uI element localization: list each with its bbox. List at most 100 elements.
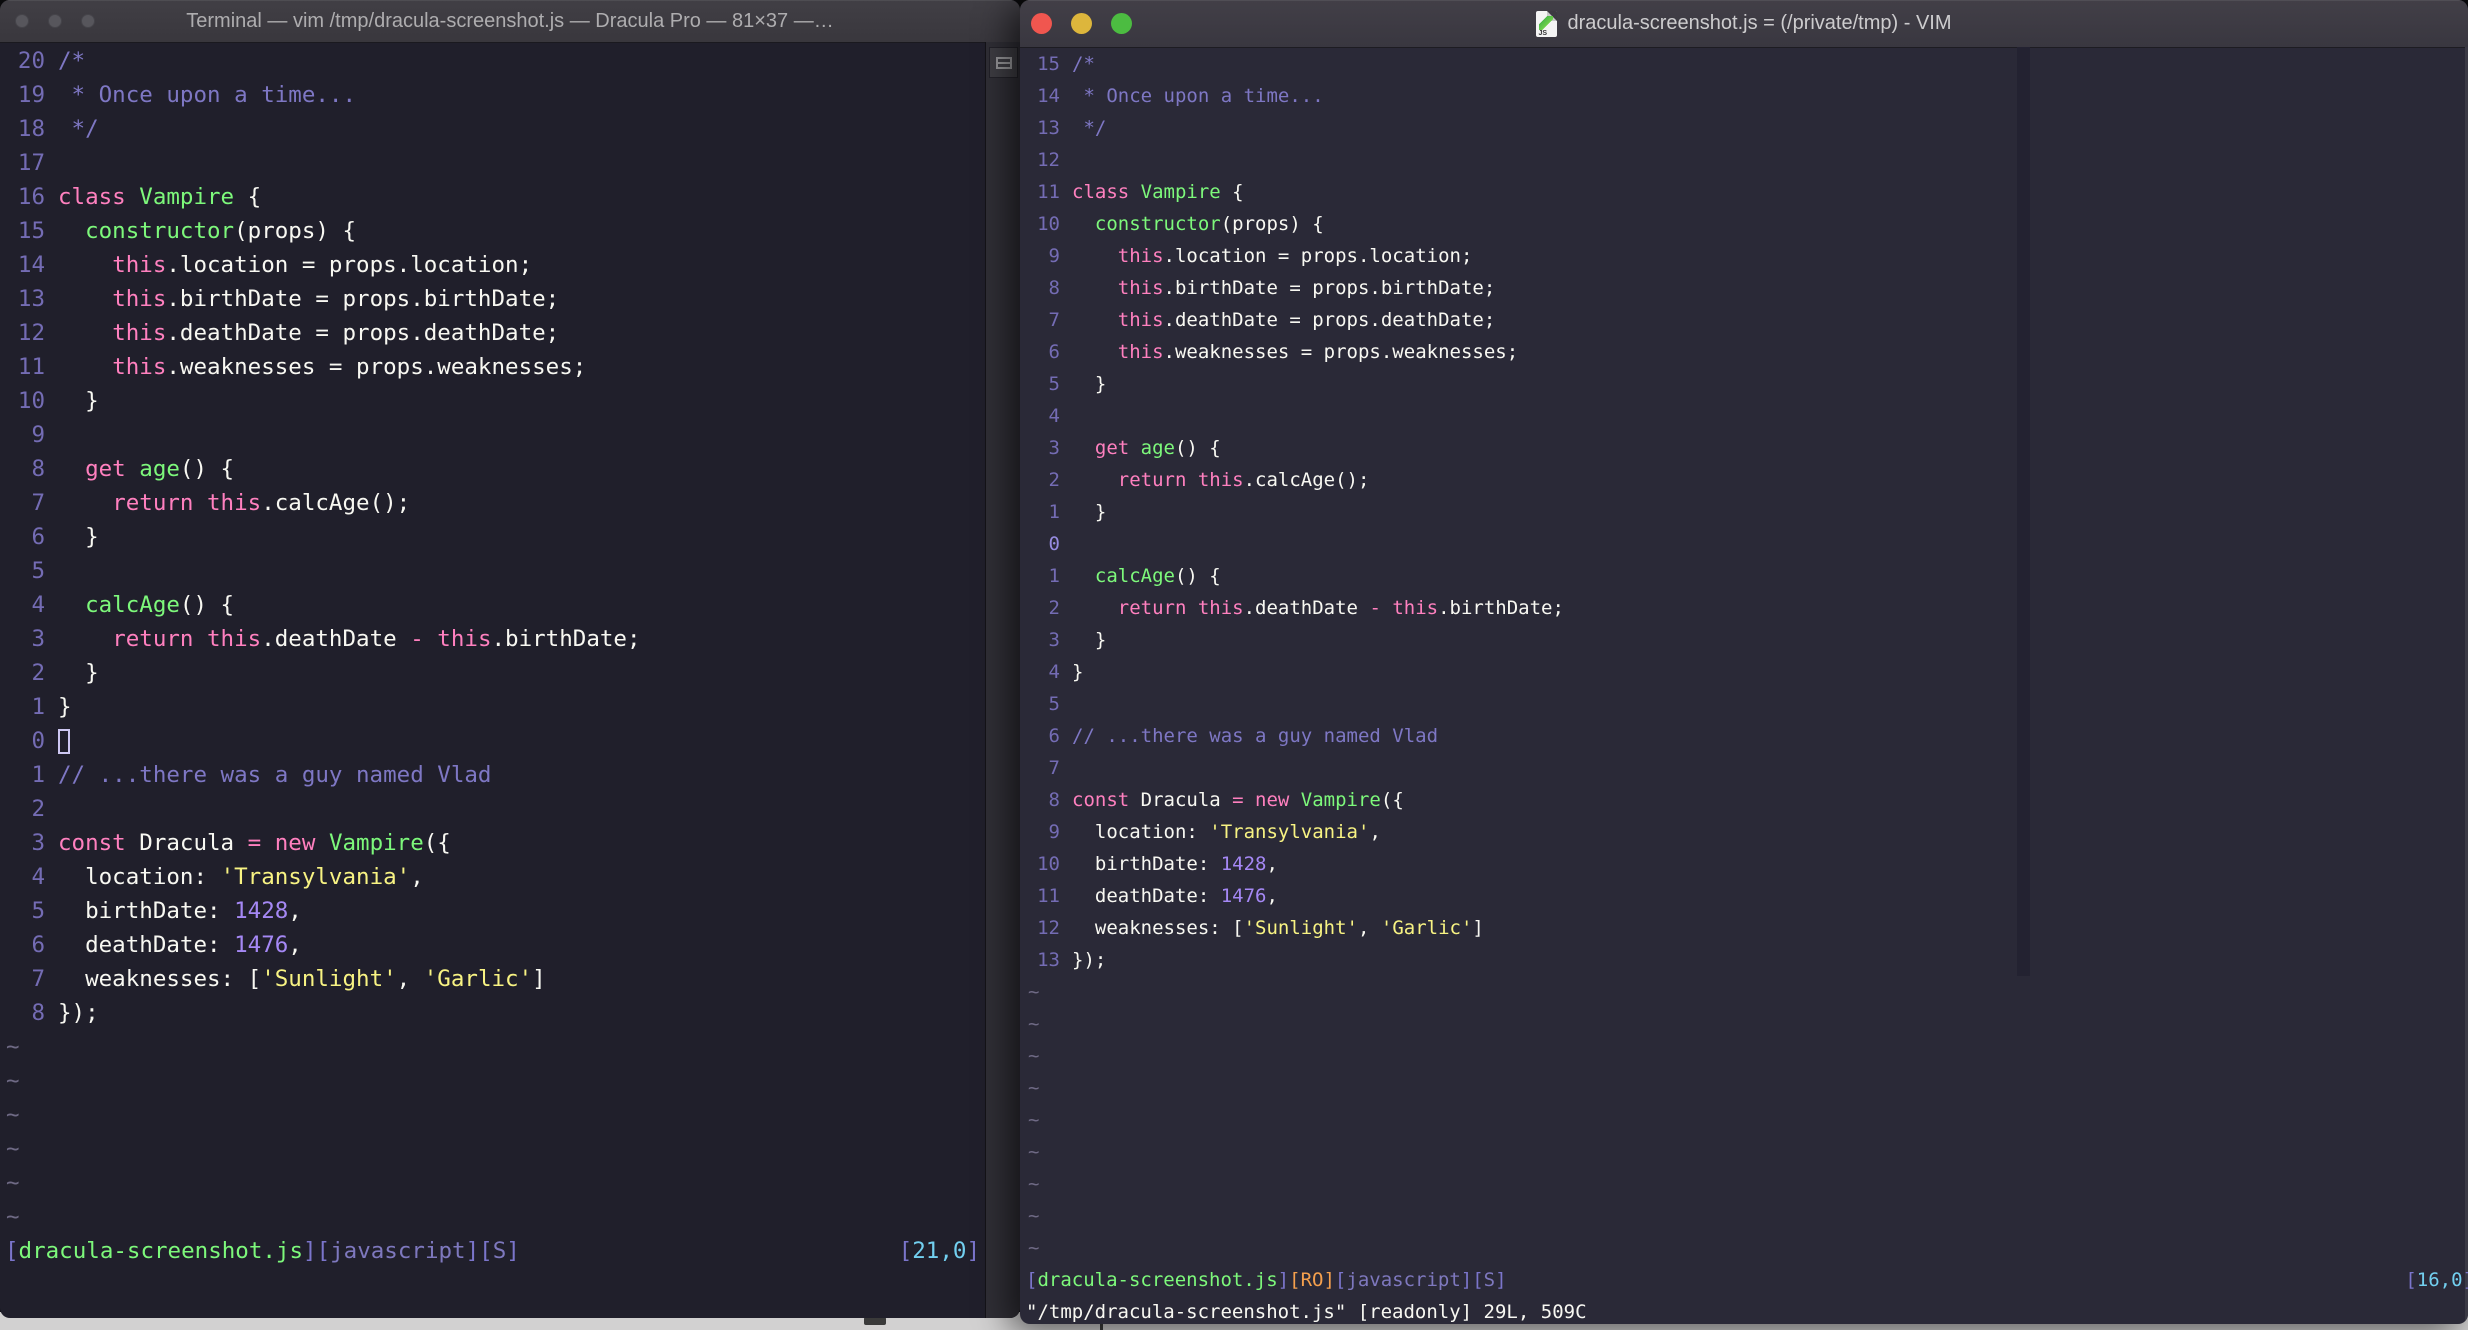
code-line[interactable]: 10 }: [4, 384, 986, 418]
macvim-scrollbar-thumb[interactable]: [2017, 47, 2030, 976]
text-segment: ,: [1357, 917, 1381, 939]
line-number: 1: [31, 694, 45, 720]
code-line[interactable]: 8 const Dracula = new Vampire({: [1026, 784, 2468, 816]
code-line[interactable]: 1 }: [1026, 496, 2468, 528]
code-line[interactable]: 15 /*: [1026, 48, 2468, 80]
code-line[interactable]: 13 */: [1026, 112, 2468, 144]
terminal-vim-text-area[interactable]: 20/* 19 * Once upon a time... 18 */17 16 cla…: [0, 42, 986, 1318]
code-line[interactable]: 3 return this.deathDate - this.birthDate…: [4, 622, 986, 656]
code-line[interactable]: 3 get age() {: [1026, 432, 2468, 464]
text-segment: }: [58, 660, 99, 686]
code-line[interactable]: 12 weaknesses: ['Sunlight', 'Garlic']: [1026, 912, 2468, 944]
line-number: 9: [31, 422, 45, 448]
text-segment: .birthDate = props.birthDate;: [1163, 277, 1496, 299]
code-line[interactable]: 5 }: [1026, 368, 2468, 400]
code-line[interactable]: 3 const Dracula = new Vampire({: [4, 826, 986, 860]
code-line[interactable]: 4: [1026, 400, 2468, 432]
code-line[interactable]: 0: [4, 724, 986, 758]
code-line[interactable]: 4}: [1026, 656, 2468, 688]
text-segment: }: [58, 388, 99, 414]
line-number: 5: [31, 558, 45, 584]
code-line[interactable]: 5 birthDate: 1428,: [4, 894, 986, 928]
text-segment: S: [1483, 1269, 1496, 1291]
split-pane-button[interactable]: [989, 47, 1018, 78]
code-line[interactable]: 11 class Vampire {: [1026, 176, 2468, 208]
text-segment: S: [492, 1238, 507, 1264]
code-line[interactable]: 6 // ...there was a guy named Vlad: [1026, 720, 2468, 752]
code-line[interactable]: 19 * Once upon a time...: [4, 78, 986, 112]
code-line[interactable]: 2 return this.calcAge();: [1026, 464, 2468, 496]
code-line[interactable]: 8});: [4, 996, 986, 1030]
text-segment: [: [1334, 1269, 1347, 1291]
code-line[interactable]: 15 constructor(props) {: [4, 214, 986, 248]
code-line[interactable]: 3 }: [1026, 624, 2468, 656]
text-segment: [: [1026, 1269, 1038, 1291]
text-segment: .birthDate;: [1438, 597, 1564, 619]
text-segment: return this: [1117, 469, 1244, 491]
text-segment: ]: [1323, 1269, 1335, 1291]
code-line[interactable]: 6 this.weaknesses = props.weaknesses;: [1026, 336, 2468, 368]
code-line[interactable]: 10 constructor(props) {: [1026, 208, 2468, 240]
text-segment: dracula-screenshot.js: [1037, 1269, 1278, 1291]
line-number: 8: [31, 1000, 45, 1026]
line-number: 2: [31, 796, 45, 822]
code-line[interactable]: 12 this.deathDate = props.deathDate;: [4, 316, 986, 350]
code-line[interactable]: 16 class Vampire {: [4, 180, 986, 214]
code-line[interactable]: 14 * Once upon a time...: [1026, 80, 2468, 112]
code-line[interactable]: 1}: [4, 690, 986, 724]
code-line[interactable]: 11 this.weaknesses = props.weaknesses;: [4, 350, 986, 384]
code-line[interactable]: 18 */: [4, 112, 986, 146]
code-line[interactable]: 20 /*: [4, 44, 986, 78]
code-line[interactable]: 7 this.deathDate = props.deathDate;: [1026, 304, 2468, 336]
code-line[interactable]: 11 deathDate: 1476,: [1026, 880, 2468, 912]
code-line[interactable]: 8 get age() {: [4, 452, 986, 486]
line-number: 2: [31, 660, 45, 686]
code-line[interactable]: 5: [4, 554, 986, 588]
text-segment: 'Garlic': [1380, 917, 1473, 939]
code-line[interactable]: 10 birthDate: 1428,: [1026, 848, 2468, 880]
code-line[interactable]: 1 // ...there was a guy named Vlad: [4, 758, 986, 792]
code-line[interactable]: 2 return this.deathDate - this.birthDate…: [1026, 592, 2468, 624]
text-segment: [58, 592, 85, 618]
code-line[interactable]: 6 }: [4, 520, 986, 554]
code-line[interactable]: 9 this.location = props.location;: [1026, 240, 2468, 272]
text-segment: age: [1140, 437, 1175, 459]
macvim-titlebar[interactable]: JS dracula-screenshot.js = (/private/tmp…: [1020, 0, 2468, 48]
code-line[interactable]: 12: [1026, 144, 2468, 176]
statusline-file-info: [dracula-screenshot.js][RO][javascript][…: [1026, 1264, 1507, 1296]
code-line[interactable]: 9 location: 'Transylvania',: [1026, 816, 2468, 848]
code-line[interactable]: 7: [1026, 752, 2468, 784]
text-segment: [58, 320, 112, 346]
terminal-titlebar[interactable]: Terminal — vim /tmp/dracula-screenshot.j…: [0, 0, 1020, 43]
text-segment: this: [1117, 277, 1164, 299]
text-segment: class: [58, 184, 140, 210]
text-segment: (props) {: [1220, 213, 1324, 235]
text-segment: this: [112, 320, 167, 346]
code-line[interactable]: 0: [1026, 528, 2468, 560]
code-line[interactable]: 17: [4, 146, 986, 180]
code-line[interactable]: 13});: [1026, 944, 2468, 976]
text-segment: ,: [288, 898, 302, 924]
code-line[interactable]: 6 deathDate: 1476,: [4, 928, 986, 962]
code-line[interactable]: 4 location: 'Transylvania',: [4, 860, 986, 894]
text-segment: .weaknesses = props.weaknesses;: [166, 354, 587, 380]
code-line[interactable]: 2: [4, 792, 986, 826]
text-segment: 1476: [234, 932, 289, 958]
code-line[interactable]: 1 calcAge() {: [1026, 560, 2468, 592]
code-line[interactable]: 14 this.location = props.location;: [4, 248, 986, 282]
code-line[interactable]: 4 calcAge() {: [4, 588, 986, 622]
macvim-text-area[interactable]: 15/* 14 * Once upon a time... 13 */12 11 cla…: [1020, 47, 2468, 1324]
text-segment: Vampire: [1140, 181, 1221, 203]
code-line[interactable]: 5: [1026, 688, 2468, 720]
terminal-scrollbar-track[interactable]: [985, 42, 1020, 1318]
code-line[interactable]: 7 return this.calcAge();: [4, 486, 986, 520]
line-number: 11: [17, 354, 45, 380]
text-segment: age: [139, 456, 180, 482]
code-line[interactable]: 9: [4, 418, 986, 452]
code-line[interactable]: 13 this.birthDate = props.birthDate;: [4, 282, 986, 316]
code-line[interactable]: 8 this.birthDate = props.birthDate;: [1026, 272, 2468, 304]
text-segment: .deathDate = props.deathDate;: [166, 320, 560, 346]
line-number: 6: [31, 524, 45, 550]
code-line[interactable]: 2 }: [4, 656, 986, 690]
code-line[interactable]: 7 weaknesses: ['Sunlight', 'Garlic']: [4, 962, 986, 996]
